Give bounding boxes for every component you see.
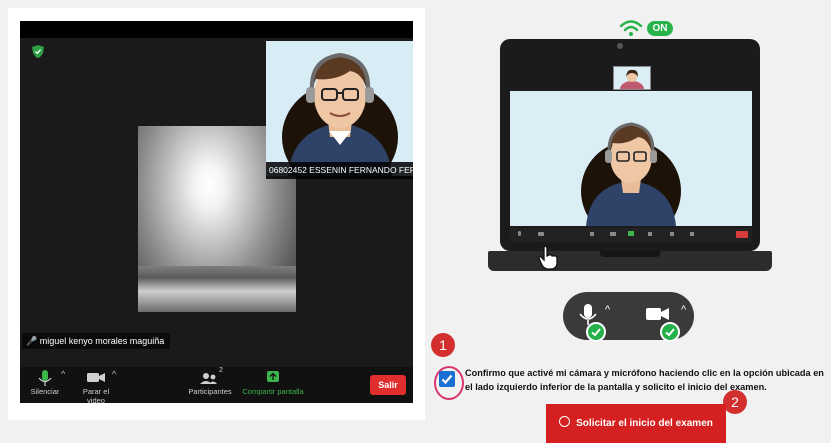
mute-label: Silenciar: [30, 387, 60, 396]
leave-meeting-button[interactable]: Salir: [370, 375, 406, 395]
avatar: [266, 41, 413, 176]
zoom-toolbar: Silenciar ^ Parar el video ^ 2 Participa…: [20, 367, 413, 405]
mute-options-chevron-icon[interactable]: ^: [61, 369, 65, 379]
mic-camera-controls-illustration: ^ ^: [563, 292, 694, 342]
remote-participant-name: miguel kenyo morales maguiña: [39, 336, 165, 346]
stop-video-label: Parar el video: [82, 387, 110, 405]
remote-video-horizon: [138, 266, 296, 312]
wifi-status-badge: ON: [647, 21, 673, 36]
confirm-checkbox[interactable]: [439, 371, 455, 387]
mic-check-icon: [586, 322, 606, 342]
share-screen-icon: [267, 371, 279, 382]
laptop-end-button: [736, 231, 748, 238]
confirm-statement: Confirmo que activé mi cámara y micrófon…: [465, 368, 824, 392]
zoom-meeting-window: 06802452 ESSENIN FERNANDO FERNÁNDEZ R 🎤 …: [20, 21, 413, 405]
muted-mic-icon: 🎤: [26, 336, 38, 346]
laptop-self-thumbnail: [613, 66, 651, 90]
laptop-illustration-notch: [600, 251, 660, 257]
participants-icon: 2: [184, 367, 236, 387]
webcam-dot: [617, 43, 623, 49]
zoom-top-bar: [20, 21, 413, 38]
participants-button[interactable]: 2 Participantes: [184, 367, 236, 396]
circle-check-icon: [559, 416, 571, 427]
camera-check-icon: [660, 322, 680, 342]
share-screen-label: Compartir pantalla: [242, 387, 304, 396]
request-exam-start-button[interactable]: Solicitar el inicio del examen: [546, 404, 726, 443]
checkmark-icon: [441, 374, 453, 385]
mute-button[interactable]: Silenciar: [28, 369, 62, 396]
laptop-main-video: [510, 91, 752, 226]
step-1-badge: 1: [431, 333, 455, 357]
participants-label: Participantes: [188, 387, 232, 396]
mic-chevron-icon: ^: [605, 304, 611, 316]
remote-participant-name-chip: 🎤 miguel kenyo morales maguiña: [22, 333, 171, 349]
request-exam-start-label: Solicitar el inicio del examen: [576, 418, 713, 429]
shield-icon: [32, 45, 44, 58]
microphone-icon: [38, 370, 52, 386]
avatar: [510, 91, 752, 226]
wifi-icon: [619, 20, 643, 36]
share-screen-button[interactable]: Compartir pantalla: [238, 369, 308, 396]
self-video-feed: [266, 41, 413, 176]
participants-count: 2: [219, 367, 223, 374]
camera-chevron-icon: ^: [681, 304, 687, 316]
self-participant-name: 06802452 ESSENIN FERNANDO FERNÁNDEZ R: [266, 162, 413, 179]
video-options-chevron-icon[interactable]: ^: [112, 369, 116, 379]
step-2-badge: 2: [723, 390, 747, 414]
cursor-hand-icon: [538, 245, 558, 270]
laptop-mini-toolbar: [510, 228, 752, 242]
laptop-illustration-screen: [500, 39, 760, 251]
